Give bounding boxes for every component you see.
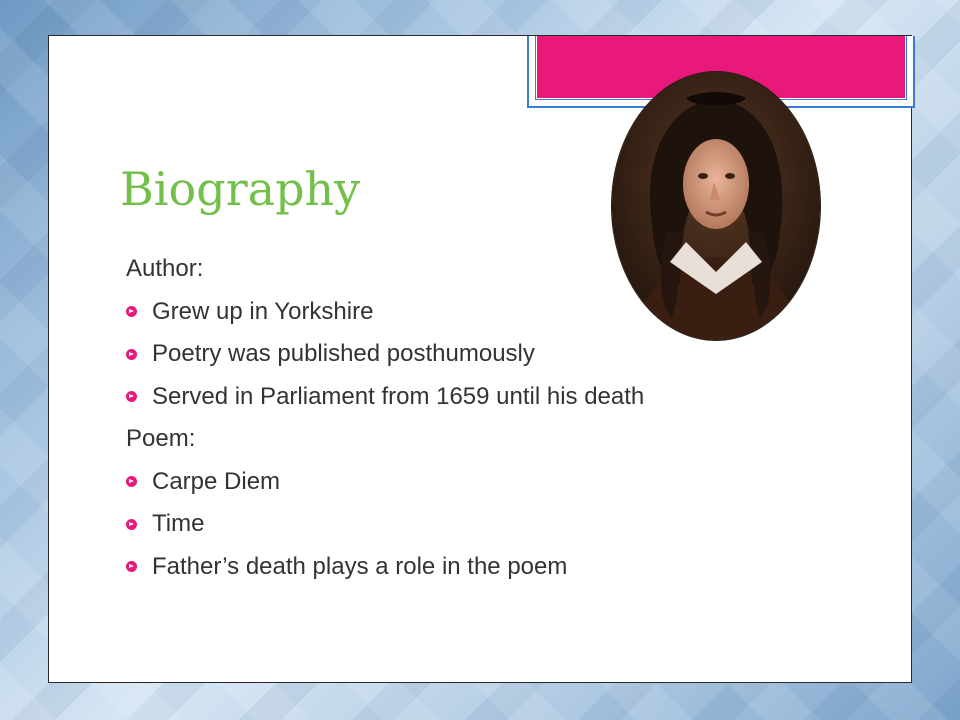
circled-arrow-bullet-icon [126, 476, 137, 488]
list-item: Grew up in Yorkshire [126, 291, 826, 334]
list-item-text: Carpe Diem [152, 467, 281, 495]
circled-arrow-bullet-icon [126, 306, 137, 318]
section-label-poem-text: Poem: [126, 425, 196, 452]
section-label-author-text: Author: [126, 255, 204, 282]
circled-arrow-bullet-icon [126, 518, 137, 530]
circled-arrow-bullet-icon [126, 391, 137, 403]
list-item-text: Grew up in Yorkshire [152, 297, 374, 325]
list-item-text: Served in Parliament from 1659 until his… [152, 382, 645, 410]
section-label-author: Author: [126, 248, 826, 291]
list-item-text: Father’s death plays a role in the poem [152, 552, 568, 580]
slide-content: Author: Grew up in Yorkshire Poetry was … [126, 248, 826, 588]
list-item-text: Time [152, 510, 205, 537]
list-item: Father’s death plays a role in the poem [126, 546, 826, 589]
list-item-text: Poetry was published posthumously [152, 340, 535, 367]
list-item: Time [126, 503, 826, 546]
slide-title: Biography [120, 162, 361, 216]
circled-arrow-bullet-icon [126, 348, 137, 360]
section-label-poem: Poem: [126, 418, 826, 461]
circled-arrow-bullet-icon [126, 561, 137, 573]
list-item: Served in Parliament from 1659 until his… [126, 376, 826, 419]
list-item: Carpe Diem [126, 461, 826, 504]
list-item: Poetry was published posthumously [126, 333, 826, 376]
